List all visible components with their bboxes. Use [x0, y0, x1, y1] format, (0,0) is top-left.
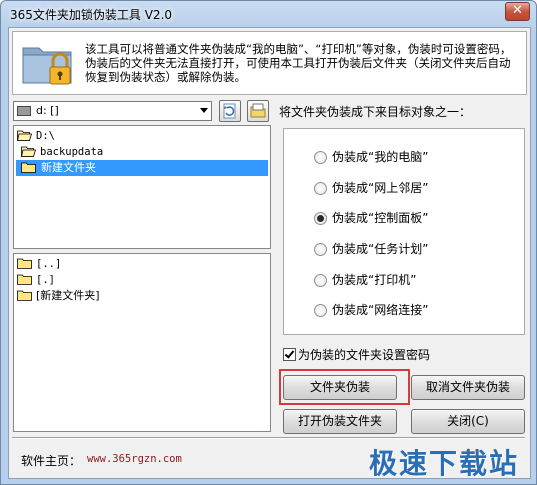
radio-label: 伪装成“控制面板” — [332, 211, 429, 225]
list-item-label: [..] — [36, 258, 62, 270]
tree-item-selected[interactable]: 新建文件夹 — [16, 160, 268, 176]
list-item[interactable]: [.] — [16, 272, 266, 288]
folder-icon — [17, 274, 32, 285]
file-list[interactable]: [..] [.] [新建文件夹] — [13, 253, 271, 432]
list-item-label: [新建文件夹] — [36, 289, 100, 302]
list-item[interactable]: [新建文件夹] — [16, 288, 266, 304]
target-options-group: 伪装成“我的电脑” 伪装成“网上邻居” 伪装成“控制面板” 伪装成“任务计划” … — [283, 128, 525, 335]
tree-item-label: 新建文件夹 — [41, 161, 96, 174]
radio-button[interactable] — [314, 304, 327, 317]
drive-select[interactable]: d: [] — [13, 101, 212, 121]
radio-label: 伪装成“任务计划” — [332, 242, 429, 256]
folder-icon — [21, 162, 36, 173]
disguise-folder-button[interactable]: 文件夹伪装 — [283, 375, 397, 400]
close-window-button[interactable]: ✕ — [505, 2, 530, 21]
open-folder-icon — [21, 146, 36, 157]
password-checkbox-label[interactable]: 为伪装的文件夹设置密码 — [298, 346, 430, 363]
folder-icon — [17, 290, 32, 301]
folder-tree[interactable]: D:\ backupdata 新建文件夹 — [13, 125, 271, 249]
radio-button[interactable] — [314, 274, 327, 287]
new-folder-icon — [250, 103, 266, 118]
homepage-link[interactable]: www.365rgzn.com — [87, 453, 182, 465]
radio-label: 伪装成“网上邻居” — [332, 181, 429, 195]
list-item[interactable]: [..] — [16, 256, 266, 272]
watermark-logo: 极速下载站 — [369, 447, 520, 480]
radio-label: 伪装成“打印机” — [332, 273, 417, 287]
radio-label: 伪装成“网络连接” — [332, 303, 429, 317]
cancel-disguise-button[interactable]: 取消文件夹伪装 — [411, 375, 525, 400]
tree-item-label: D:\ — [36, 130, 55, 142]
description-panel: 该工具可以将普通文件夹伪装成“我的电脑”、“打印机”等对象，伪装时可设置密码，伪… — [12, 31, 527, 95]
drive-icon — [17, 106, 31, 116]
radio-label: 伪装成“我的电脑” — [332, 150, 429, 164]
window-title: 365文件夹加锁伪装工具 V2.0 — [10, 8, 173, 22]
tree-item[interactable]: backupdata — [20, 144, 266, 160]
refresh-button[interactable] — [219, 100, 241, 122]
refresh-icon — [223, 103, 236, 119]
radio-button[interactable] — [314, 151, 327, 164]
radio-button-checked[interactable] — [314, 212, 327, 225]
folder-lock-icon — [22, 47, 72, 85]
list-item-label: [.] — [36, 274, 55, 286]
tool-description: 该工具可以将普通文件夹伪装成“我的电脑”、“打印机”等对象，伪装时可设置密码，伪… — [85, 42, 512, 84]
new-folder-button[interactable] — [247, 100, 269, 122]
client-area: 该工具可以将普通文件夹伪装成“我的电脑”、“打印机”等对象，伪装时可设置密码，伪… — [8, 27, 531, 480]
tree-item[interactable]: D:\ — [16, 128, 266, 144]
open-disguised-folder-button[interactable]: 打开伪装文件夹 — [283, 409, 397, 434]
chevron-down-icon[interactable] — [200, 108, 208, 113]
folder-icon — [17, 258, 32, 269]
targets-heading: 将文件夹伪装成下来目标对象之一： — [279, 105, 472, 119]
radio-button[interactable] — [314, 243, 327, 256]
app-window: 365文件夹加锁伪装工具 V2.0 ✕ 该工具可以将普通文件夹伪装成“我的电脑”… — [0, 0, 537, 485]
homepage-label: 软件主页： — [21, 454, 82, 468]
password-checkbox[interactable] — [283, 348, 296, 361]
close-button[interactable]: 关闭(C) — [411, 409, 525, 434]
tree-item-label: backupdata — [40, 146, 104, 158]
open-folder-icon — [17, 130, 32, 141]
drive-select-value: d: [] — [36, 104, 59, 117]
footer-divider — [12, 437, 525, 439]
radio-button[interactable] — [314, 182, 327, 195]
title-bar[interactable]: 365文件夹加锁伪装工具 V2.0 ✕ — [1, 1, 536, 27]
